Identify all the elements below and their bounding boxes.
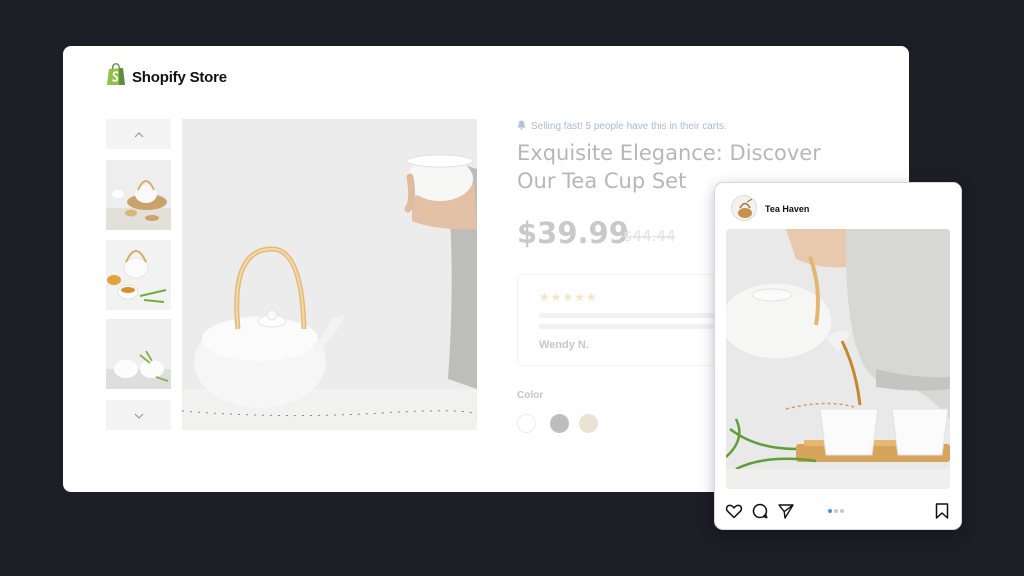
social-post-card: Tea Haven xyxy=(714,182,962,530)
color-swatch-gray[interactable] xyxy=(550,414,569,433)
thumbnail-teapot-tray[interactable] xyxy=(106,160,171,230)
post-image[interactable] xyxy=(726,229,950,489)
brand-name: Shopify Store xyxy=(132,68,227,86)
store-brand[interactable]: Shopify Store xyxy=(106,63,227,91)
send-icon[interactable] xyxy=(777,502,795,520)
urgency-message: Selling fast! 5 people have this in thei… xyxy=(517,120,727,133)
thumbnail-scroll-up-button[interactable] xyxy=(106,119,171,149)
bell-icon xyxy=(517,120,526,133)
product-price: $39.99 xyxy=(517,216,629,250)
reviewer-name: Wendy N. xyxy=(539,339,589,351)
thumbnail-teapot-tea[interactable] xyxy=(106,240,171,310)
shopping-bag-icon xyxy=(106,63,126,91)
urgency-text: Selling fast! 5 people have this in thei… xyxy=(531,121,727,132)
chevron-down-icon xyxy=(134,406,144,424)
product-main-image[interactable] xyxy=(182,119,477,430)
compare-at-price: $44.44 xyxy=(623,227,676,245)
carousel-dot xyxy=(834,509,838,513)
color-swatch-beige[interactable] xyxy=(579,414,598,433)
carousel-dot-active xyxy=(828,509,832,513)
avatar[interactable] xyxy=(731,195,757,221)
comment-icon[interactable] xyxy=(751,502,769,520)
bookmark-icon[interactable] xyxy=(933,502,951,520)
thumbnail-scroll-down-button[interactable] xyxy=(106,400,171,430)
carousel-dot xyxy=(840,509,844,513)
chevron-up-icon xyxy=(134,125,144,143)
star-rating: ★★★★★ xyxy=(539,290,598,304)
thumbnail-cups[interactable] xyxy=(106,319,171,389)
account-name[interactable]: Tea Haven xyxy=(765,204,809,214)
heart-icon[interactable] xyxy=(725,502,743,520)
color-swatch-white[interactable] xyxy=(517,414,536,433)
color-label: Color xyxy=(517,390,544,401)
